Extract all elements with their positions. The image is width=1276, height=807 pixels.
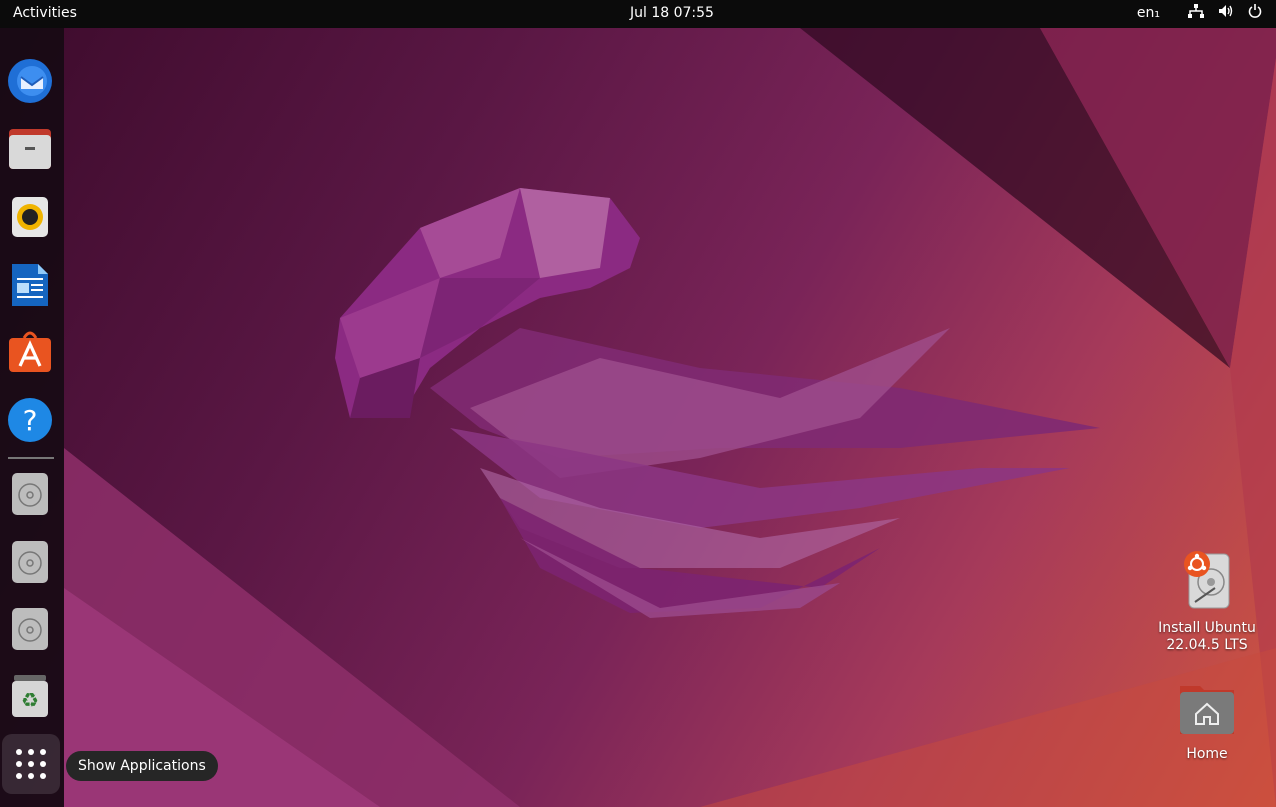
dock-item-help[interactable]: ? xyxy=(4,394,56,446)
dock-item-ubuntu-software[interactable] xyxy=(4,326,56,378)
activities-button[interactable]: Activities xyxy=(13,5,77,21)
volume-icon[interactable] xyxy=(1218,4,1234,22)
dock-item-libreoffice-writer[interactable] xyxy=(4,259,56,311)
wallpaper xyxy=(64,28,1276,807)
dock-item-thunderbird[interactable] xyxy=(4,54,56,106)
files-folder-icon xyxy=(9,129,51,169)
show-applications-button[interactable] xyxy=(2,734,60,794)
desktop-background xyxy=(0,28,1276,807)
dock-item-files[interactable] xyxy=(4,123,56,175)
desktop-icon-install-ubuntu[interactable]: Install Ubuntu 22.04.5 LTS xyxy=(1152,548,1262,654)
dock-separator xyxy=(8,457,54,459)
home-label: Home xyxy=(1186,746,1228,762)
rhythmbox-speaker-icon xyxy=(12,197,48,237)
installer-disk-icon xyxy=(1184,551,1230,609)
install-ubuntu-label: Install Ubuntu 22.04.5 LTS xyxy=(1152,620,1262,654)
optical-disc-icon xyxy=(12,541,48,583)
network-icon[interactable] xyxy=(1188,4,1204,22)
dock-item-disc-3[interactable] xyxy=(4,603,56,655)
dock-item-rhythmbox[interactable] xyxy=(4,191,56,243)
dock-item-trash[interactable]: ♻ xyxy=(4,670,56,722)
dock-item-disc-2[interactable] xyxy=(4,536,56,588)
software-store-icon xyxy=(9,331,51,372)
trash-recycle-icon: ♻ xyxy=(12,675,48,717)
keyboard-layout-indicator[interactable]: en₁ xyxy=(1137,5,1160,21)
top-bar: Activities Jul 18 07:55 en₁ xyxy=(0,0,1276,28)
dock-item-disc-1[interactable] xyxy=(4,468,56,520)
desktop-icon-home[interactable]: Home xyxy=(1152,682,1262,763)
power-icon[interactable] xyxy=(1248,4,1262,22)
thunderbird-mail-icon xyxy=(8,59,52,103)
home-folder-icon xyxy=(1180,686,1234,734)
help-question-icon: ? xyxy=(8,398,52,442)
install-ubuntu-label-line1: Install Ubuntu xyxy=(1158,620,1256,636)
system-tray[interactable]: en₁ xyxy=(1137,4,1262,22)
writer-document-icon xyxy=(12,264,48,306)
clock-button[interactable]: Jul 18 07:55 xyxy=(630,5,714,21)
app-grid-icon xyxy=(16,749,46,779)
dock: ? ♻ xyxy=(0,28,64,807)
optical-disc-icon xyxy=(12,473,48,515)
show-applications-tooltip: Show Applications xyxy=(66,751,218,781)
svg-text:?: ? xyxy=(23,404,38,437)
jellyfish-illustration xyxy=(335,188,1100,618)
svg-text:♻: ♻ xyxy=(21,688,39,712)
install-ubuntu-label-line2: 22.04.5 LTS xyxy=(1166,637,1248,653)
optical-disc-icon xyxy=(12,608,48,650)
